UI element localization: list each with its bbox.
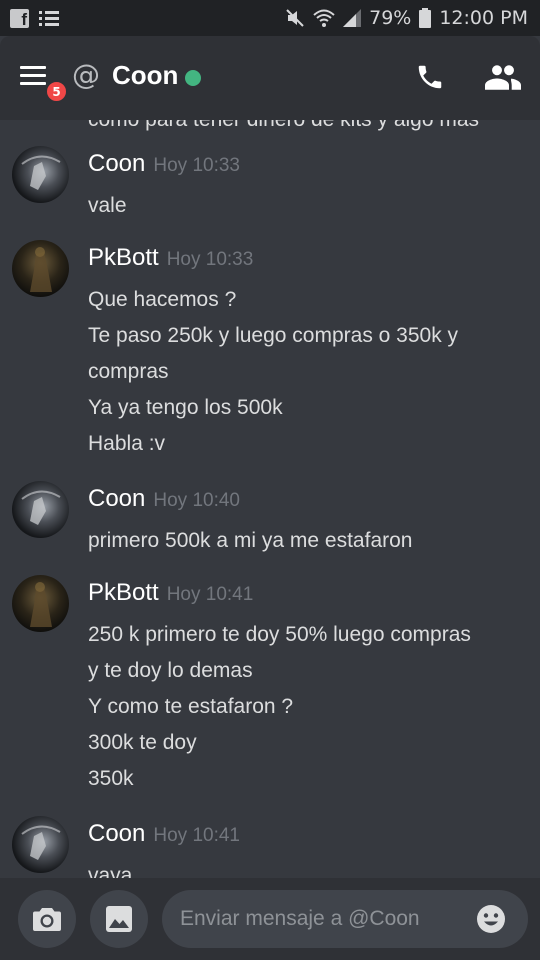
list-notification-icon — [39, 11, 59, 26]
avatar[interactable] — [12, 481, 69, 538]
avatar-image — [21, 825, 61, 860]
author-name: Coon — [88, 485, 146, 512]
image-icon — [106, 906, 132, 932]
message-author[interactable]: Coon Hoy 10:33 — [88, 150, 240, 178]
cut-off-message: como para tener dinero de kits y algo ma… — [88, 120, 479, 132]
author-name: Coon — [88, 820, 146, 847]
author-name: PkBott — [88, 244, 159, 271]
message-input[interactable] — [180, 890, 460, 948]
message-text: 300k te doy — [88, 731, 197, 754]
channel-title[interactable]: Coon — [112, 60, 178, 91]
message-list[interactable]: como para tener dinero de kits y algo ma… — [0, 120, 540, 878]
message-timestamp: Hoy 10:41 — [153, 825, 240, 846]
author-name: Coon — [88, 150, 146, 177]
message-text: Ya ya tengo los 500k — [88, 396, 283, 419]
clock: 12:00 PM — [439, 7, 528, 29]
menu-bar — [20, 82, 46, 85]
message-input-bar — [0, 878, 540, 960]
message-text: vaya — [88, 864, 133, 878]
message-text: primero 500k a mi ya me estafaron — [88, 529, 413, 552]
wifi-icon — [313, 9, 335, 27]
author-name: PkBott — [88, 579, 159, 606]
unread-badge: 5 — [45, 80, 68, 103]
menu-button[interactable] — [20, 66, 50, 88]
status-bar: f 79% 12:00 PM — [0, 0, 540, 36]
gallery-button[interactable] — [90, 890, 148, 948]
avatar-image — [30, 247, 52, 292]
avatar-image — [30, 582, 52, 627]
battery-percent: 79% — [369, 7, 412, 29]
message-timestamp: Hoy 10:40 — [153, 490, 240, 511]
channel-header: @ Coon — [0, 36, 540, 120]
online-status-dot — [185, 70, 201, 86]
message-author[interactable]: Coon Hoy 10:40 — [88, 485, 240, 513]
menu-bar — [20, 66, 46, 69]
message-timestamp: Hoy 10:33 — [166, 249, 254, 270]
people-icon — [485, 65, 521, 90]
smiley-icon — [477, 905, 505, 933]
message-author[interactable]: PkBott Hoy 10:33 — [88, 244, 253, 272]
message-text: vale — [88, 194, 127, 217]
camera-icon — [33, 908, 61, 931]
message-text: 250 k primero te doy 50% luego compras — [88, 623, 471, 646]
message-timestamp: Hoy 10:41 — [166, 584, 254, 605]
voice-call-button[interactable] — [415, 62, 445, 96]
avatar[interactable] — [12, 575, 69, 632]
phone-icon — [418, 65, 442, 89]
message-field-container — [162, 890, 528, 948]
avatar-image — [21, 155, 61, 190]
message-text: Y como te estafaron ? — [88, 695, 294, 718]
message-author[interactable]: Coon Hoy 10:41 — [88, 820, 240, 848]
facebook-notification-icon: f — [10, 8, 29, 28]
menu-bar — [20, 74, 46, 77]
signal-icon — [343, 9, 362, 27]
at-icon: @ — [72, 58, 100, 91]
message-text: Que hacemos ? — [88, 288, 237, 311]
message-text: compras — [88, 360, 169, 383]
message-text: Habla :v — [88, 432, 166, 455]
message-author[interactable]: PkBott Hoy 10:41 — [88, 579, 253, 607]
avatar[interactable] — [12, 816, 69, 873]
avatar[interactable] — [12, 146, 69, 203]
message-text: Te paso 250k y luego compras o 350k y — [88, 324, 459, 347]
mute-icon — [286, 9, 304, 27]
emoji-button[interactable] — [476, 904, 506, 938]
message-timestamp: Hoy 10:33 — [153, 155, 240, 176]
avatar[interactable] — [12, 240, 69, 297]
message-text: y te doy lo demas — [88, 659, 253, 682]
members-button[interactable] — [485, 64, 521, 94]
battery-icon — [419, 8, 432, 28]
message-text: 350k — [88, 767, 134, 790]
avatar-image — [21, 490, 61, 525]
camera-button[interactable] — [18, 890, 76, 948]
